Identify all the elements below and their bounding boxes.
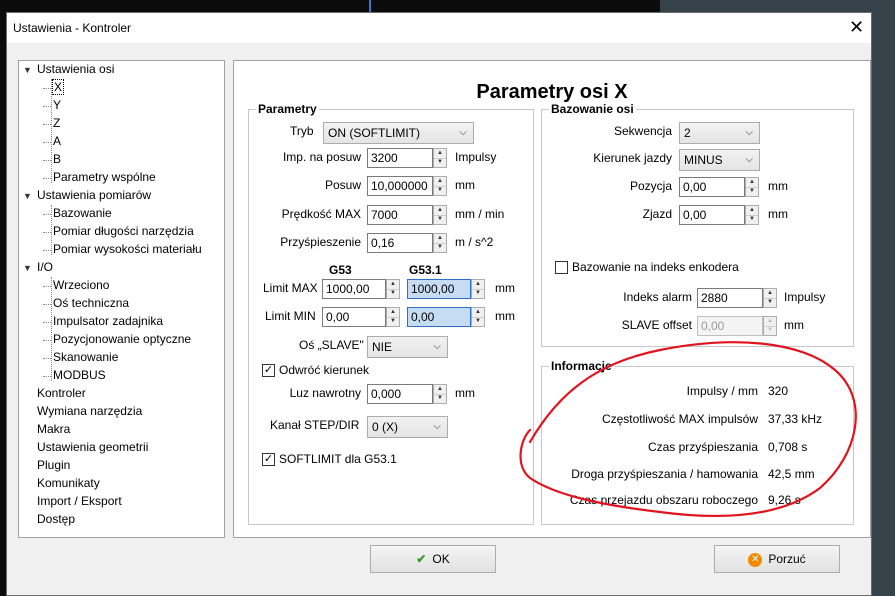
annotation-overlay: [519, 341, 857, 518]
annotation-circle: [519, 341, 857, 518]
